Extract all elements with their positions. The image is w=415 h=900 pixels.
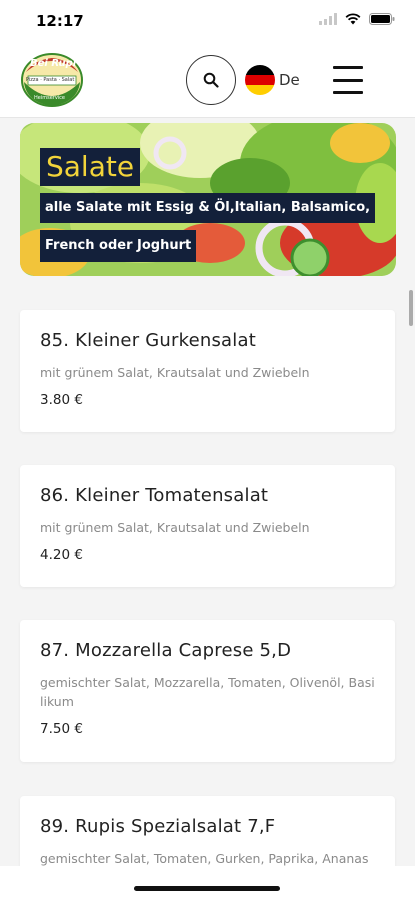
- menu-item-title: 87. Mozzarella Caprese 5,D: [40, 640, 292, 661]
- menu-item-description: gemischter Salat, Tomaten, Gurken, Papri…: [40, 851, 369, 866]
- signal-icon: [319, 13, 337, 25]
- language-label: De: [279, 71, 300, 89]
- status-time: 12:17: [36, 12, 84, 30]
- menu-item-title: 86. Kleiner Tomatensalat: [40, 485, 269, 506]
- menu-item-description: mit grünem Salat, Krautsalat und Zwiebel…: [40, 365, 310, 380]
- logo-text-mid: Pizza · Pasta · Salat: [26, 77, 75, 83]
- search-button[interactable]: [186, 55, 236, 105]
- menu-item-title: 89. Rupis Spezialsalat 7,F: [40, 816, 276, 837]
- menu-item-price: 3.80 €: [40, 392, 83, 408]
- search-icon: [203, 72, 219, 88]
- category-description-line1: alle Salate mit Essig & Öl,Italian, Bals…: [40, 193, 376, 223]
- status-bar: 12:17: [0, 0, 415, 44]
- logo-text-bottom: Heimservice: [34, 95, 66, 101]
- menu-item-card[interactable]: 86. Kleiner Tomatensalat mit grünem Sala…: [20, 465, 395, 587]
- menu-item-title: 85. Kleiner Gurkensalat: [40, 330, 256, 351]
- menu-item-card[interactable]: 85. Kleiner Gurkensalat mit grünem Salat…: [20, 310, 395, 432]
- menu-item-price: 7.50 €: [40, 721, 83, 737]
- menu-item-description: gemischter Salat, Mozzarella, Tomaten, O…: [40, 675, 375, 709]
- category-banner: Salate alle Salate mit Essig & Öl,Italia…: [20, 123, 396, 276]
- hamburger-menu-icon[interactable]: [333, 66, 363, 94]
- bottom-bar: [0, 866, 415, 900]
- home-indicator[interactable]: [134, 886, 280, 891]
- wifi-icon: [345, 13, 361, 25]
- menu-item-price: 4.20 €: [40, 547, 83, 563]
- menu-item-card[interactable]: 89. Rupis Spezialsalat 7,F gemischter Sa…: [20, 796, 395, 866]
- german-flag-icon: [245, 65, 275, 95]
- menu-item-card[interactable]: 87. Mozzarella Caprese 5,D gemischter Sa…: [20, 620, 395, 762]
- app-header: Bei Rupi Pizza · Pasta · Salat Heimservi…: [0, 44, 415, 118]
- logo-text-top: Bei Rupi: [30, 58, 77, 69]
- category-title: Salate: [40, 148, 141, 186]
- status-icons: [319, 13, 395, 25]
- menu-content[interactable]: Salate alle Salate mit Essig & Öl,Italia…: [0, 118, 415, 866]
- language-selector[interactable]: De: [245, 65, 300, 95]
- scrollbar[interactable]: [409, 290, 413, 326]
- menu-item-description: mit grünem Salat, Krautsalat und Zwiebel…: [40, 520, 310, 535]
- battery-icon: [369, 13, 395, 25]
- category-description-line2: French oder Joghurt: [40, 230, 197, 262]
